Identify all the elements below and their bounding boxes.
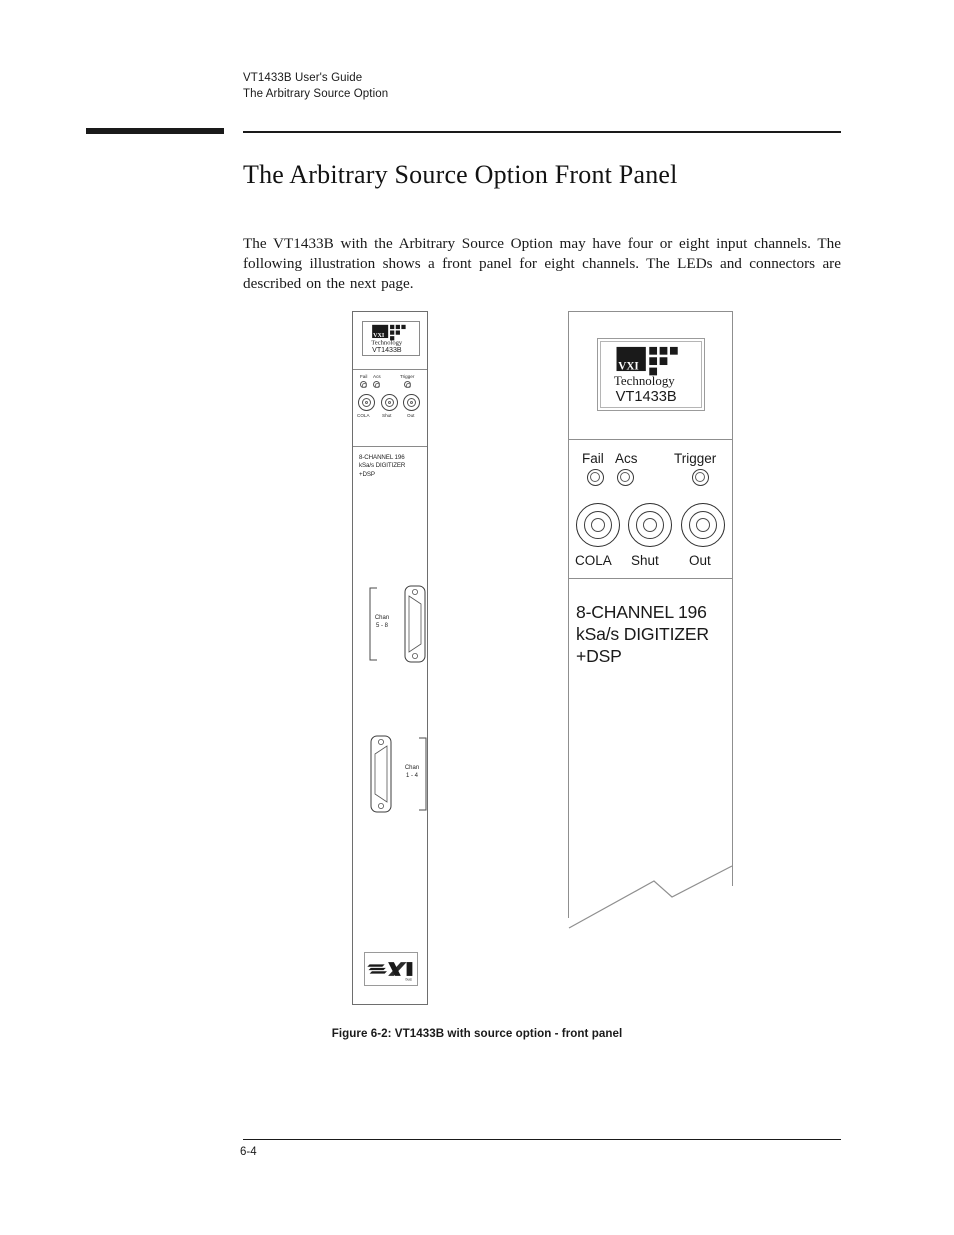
- led-label-trigger-small: Trigger: [400, 374, 415, 379]
- bnc-out-small: [403, 394, 420, 411]
- channel-label-5-8-line2: 5 - 8: [375, 623, 388, 629]
- bnc-label-shut-small: Shut: [382, 413, 392, 418]
- detail-panel-edge-right: [732, 311, 733, 886]
- led-acs: [617, 469, 634, 486]
- channel-label-1-4-line1: Chan: [404, 765, 420, 771]
- panel-logo-plate-large: VXI Technology VT1433B: [597, 338, 705, 411]
- panel-divider-upper-small: [353, 369, 427, 370]
- panel-logo-plate-small: VXI Technology VT1433B: [362, 321, 420, 356]
- bnc-label-out: Out: [689, 553, 711, 568]
- panel-description-large-line-1: 8-CHANNEL 196: [576, 602, 707, 622]
- bnc-label-cola-small: COLA: [357, 413, 370, 418]
- led-label-acs: Acs: [615, 451, 638, 466]
- page-title: The Arbitrary Source Option Front Panel: [243, 160, 678, 190]
- svg-text:VT1433B: VT1433B: [372, 347, 402, 354]
- bnc-out: [681, 503, 725, 547]
- figure-caption: Figure 6-2: VT1433B with source option -…: [331, 1027, 623, 1040]
- footer-rule: [243, 1139, 841, 1141]
- panel-description-line-2: kSa/s DIGITIZER: [359, 462, 406, 470]
- full-front-panel-view: VXI Technology VT1433B Fail Acs Trigger …: [352, 311, 428, 1005]
- led-fail-small: [360, 381, 367, 388]
- vxibus-logo-plate-small: bus: [364, 952, 418, 986]
- detail-panel-divider-upper: [568, 439, 733, 440]
- led-trigger: [692, 469, 709, 486]
- panel-description-line-3: +DSP: [359, 470, 375, 478]
- header-rule-thin: [243, 131, 841, 133]
- vxi-technology-logo-icon: VXI Technology VT1433B: [371, 324, 406, 354]
- channel-label-1-4-small: Chan 1 - 4: [398, 764, 426, 780]
- panel-description-large-line-2: kSa/s DIGITIZER: [576, 624, 709, 644]
- svg-text:Technology: Technology: [614, 373, 675, 388]
- detail-panel-divider-lower: [568, 578, 733, 579]
- detail-panel-edge-top: [568, 311, 733, 312]
- front-panel-detail-view: VXI Technology VT1433B Fail Acs Trigger …: [568, 311, 734, 929]
- vxibus-logo-icon: bus: [367, 962, 413, 982]
- header-rule-thick: [86, 128, 224, 134]
- bnc-label-cola: COLA: [575, 553, 612, 568]
- led-fail: [587, 469, 604, 486]
- svg-text:VT1433B: VT1433B: [616, 389, 677, 405]
- header-chapter-title: The Arbitrary Source Option: [243, 88, 389, 100]
- channel-connector-5-8-small: [369, 585, 426, 663]
- svg-text:VXI: VXI: [373, 333, 385, 339]
- led-label-fail-small: Fail: [360, 374, 368, 379]
- channel-label-5-8-small: Chan 5 - 8: [368, 614, 396, 630]
- bnc-shut-small: [381, 394, 398, 411]
- svg-text:Technology: Technology: [371, 340, 403, 347]
- header-guide-title: VT1433B User's Guide: [243, 72, 363, 84]
- vxi-technology-logo-icon-large: VXI Technology VT1433B: [614, 346, 678, 405]
- channel-label-1-4-line2: 1 - 4: [405, 773, 418, 779]
- channel-label-5-8-line1: Chan: [374, 615, 390, 621]
- bnc-label-shut: Shut: [631, 553, 659, 568]
- detail-panel-break-line: [568, 865, 733, 929]
- led-acs-small: [373, 381, 380, 388]
- panel-description-small: 8-CHANNEL 196 kSa/s DIGITIZER +DSP: [359, 454, 425, 479]
- bnc-cola: [576, 503, 620, 547]
- channel-connector-1-4-small: [370, 735, 427, 813]
- svg-text:bus: bus: [405, 977, 412, 982]
- body-paragraph: The VT1433B with the Arbitrary Source Op…: [243, 235, 841, 292]
- panel-divider-lower-small: [353, 446, 427, 447]
- panel-description-large-line-3: +DSP: [576, 646, 622, 666]
- panel-description-line-1: 8-CHANNEL 196: [359, 454, 405, 461]
- bnc-label-out-small: Out: [407, 413, 415, 418]
- svg-text:VXI: VXI: [618, 360, 639, 372]
- bnc-shut: [628, 503, 672, 547]
- led-label-fail: Fail: [582, 451, 604, 466]
- led-label-trigger: Trigger: [674, 451, 717, 466]
- panel-description-large: 8-CHANNEL 196 kSa/s DIGITIZER +DSP: [576, 601, 734, 667]
- led-label-acs-small: Acs: [373, 374, 381, 379]
- bnc-cola-small: [358, 394, 375, 411]
- footer-page-number: 6-4: [240, 1146, 257, 1158]
- detail-panel-edge-left: [568, 311, 569, 918]
- led-trigger-small: [404, 381, 411, 388]
- page-header: VT1433B User's Guide The Arbitrary Sourc…: [243, 70, 843, 102]
